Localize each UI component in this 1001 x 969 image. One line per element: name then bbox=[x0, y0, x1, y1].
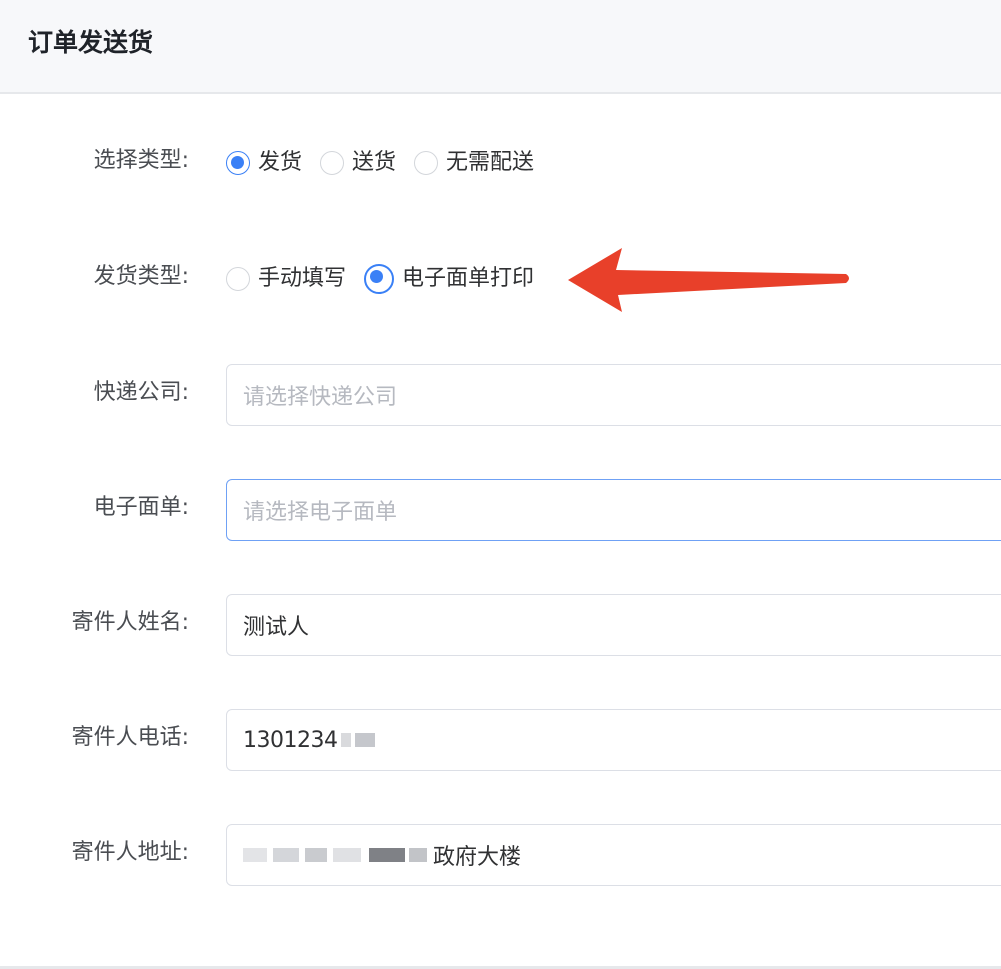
radio-no-delivery[interactable]: 无需配送 bbox=[414, 148, 534, 178]
radio-label: 手动填写 bbox=[258, 266, 347, 291]
sender-address-value: 政府大楼 bbox=[433, 845, 522, 870]
select-type-label: 选择类型: bbox=[93, 148, 189, 173]
waybill-placeholder: 请选择电子面单 bbox=[243, 500, 398, 525]
radio-unchecked-icon[interactable] bbox=[414, 151, 439, 175]
radio-label: 发货 bbox=[258, 150, 303, 175]
order-shipping-page: 订单发送货 选择类型: 发货 送货 无需配送 发货类型: 手动填写 电子面单打印… bbox=[0, 0, 1001, 969]
radio-checked-icon[interactable] bbox=[364, 264, 395, 294]
radio-ship[interactable]: 发货 bbox=[226, 148, 302, 178]
page-header: 订单发送货 bbox=[0, 0, 1001, 94]
sender-address-input[interactable]: 政府大楼 bbox=[226, 824, 1001, 886]
sender-phone-value: 1301234 bbox=[243, 727, 338, 753]
redaction-mask bbox=[333, 848, 361, 862]
radio-checked-icon[interactable] bbox=[226, 151, 250, 175]
radio-label: 送货 bbox=[352, 150, 397, 175]
courier-label: 快递公司: bbox=[93, 380, 189, 405]
redaction-mask bbox=[273, 848, 299, 862]
radio-unchecked-icon[interactable] bbox=[320, 151, 345, 175]
ship-type-radio-group: 手动填写 电子面单打印 bbox=[226, 264, 552, 294]
redaction-mask bbox=[243, 848, 267, 862]
sender-name-input[interactable]: 测试人 bbox=[226, 594, 1001, 656]
sender-name-value: 测试人 bbox=[243, 615, 310, 640]
radio-label: 电子面单打印 bbox=[402, 266, 535, 291]
radio-unchecked-icon[interactable] bbox=[226, 267, 250, 291]
radio-e-waybill[interactable]: 电子面单打印 bbox=[364, 264, 534, 294]
sender-phone-input[interactable]: 1301234 bbox=[226, 709, 1001, 771]
redaction-mask bbox=[369, 848, 405, 862]
radio-deliver[interactable]: 送货 bbox=[320, 148, 396, 178]
ship-type-label: 发货类型: bbox=[93, 264, 189, 289]
redaction-mask bbox=[341, 733, 352, 747]
waybill-label: 电子面单: bbox=[93, 495, 189, 520]
sender-address-label: 寄件人地址: bbox=[71, 840, 189, 865]
redaction-mask bbox=[355, 733, 376, 747]
sender-name-label: 寄件人姓名: bbox=[71, 610, 189, 635]
redaction-mask bbox=[409, 848, 427, 862]
sender-phone-label: 寄件人电话: bbox=[71, 725, 189, 750]
radio-label: 无需配送 bbox=[446, 150, 535, 175]
page-title: 订单发送货 bbox=[28, 28, 154, 57]
select-type-radio-group: 发货 送货 无需配送 bbox=[226, 148, 552, 178]
red-arrow-annotation bbox=[568, 248, 849, 312]
waybill-select[interactable]: 请选择电子面单 bbox=[226, 479, 1001, 541]
courier-placeholder: 请选择快递公司 bbox=[243, 385, 398, 410]
radio-manual[interactable]: 手动填写 bbox=[226, 264, 346, 294]
redaction-mask bbox=[305, 848, 327, 862]
courier-select[interactable]: 请选择快递公司 bbox=[226, 364, 1001, 426]
